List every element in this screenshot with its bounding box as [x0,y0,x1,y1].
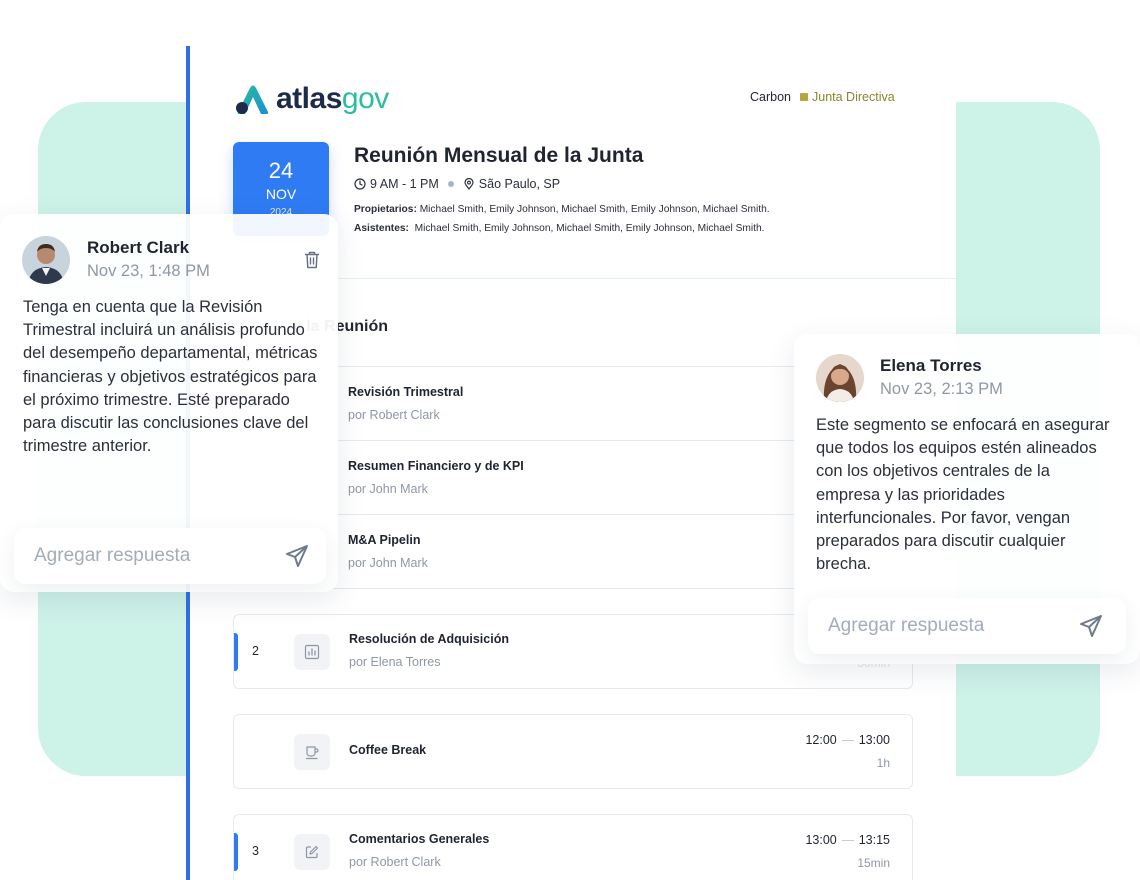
logo-mark-icon [236,85,269,114]
comment-author: Robert Clark [87,238,190,257]
agenda-item-card[interactable]: 3 Comentarios Generales por Robert Clark… [233,814,913,880]
date-day: 24 [268,158,294,183]
attendees-line: Asistentes: Michael Smith, Emily Johnson… [354,223,765,234]
committee-tag[interactable]: Carbon Junta Directiva [750,90,895,104]
reply-box [808,598,1126,654]
comment-card: Robert Clark Nov 23, 1:48 PM Tenga en cu… [0,214,338,592]
attendees-list: Michael Smith, Emily Johnson, Michael Sm… [414,223,765,234]
reply-box [14,528,326,584]
agenda-item-title: Coffee Break [349,743,427,757]
date-month: NOV [265,186,297,202]
coffee-icon [294,734,330,770]
agenda-item-card[interactable]: Coffee Break 12:00 13:00 1h [233,714,913,789]
atlasgov-logo: atlasgov [234,82,389,116]
subitem-owner: por Robert Clark [348,408,440,422]
comment-body: Este segmento se enfocará en asegurar qu… [816,416,1110,574]
send-icon [286,545,308,567]
owners-label: Propietarios: [354,204,417,215]
location-pin-icon [464,178,474,190]
agenda-item-duration: 15min [857,856,890,870]
time-end: 13:00 [858,733,890,747]
meeting-title: Reunión Mensual de la Junta [354,144,644,167]
committee-color-dot [800,93,808,101]
agenda-item-duration: 1h [876,756,890,770]
agenda-item-title: Comentarios Generales [349,832,490,846]
time-dash [841,839,854,841]
time-end: 13:15 [858,833,890,847]
avatar [816,354,864,402]
agenda-item-time-range: 12:00 13:00 [805,733,890,747]
clock-icon [354,178,366,190]
agenda-item-owner: por Elena Torres [349,655,441,669]
agenda-item-number: 2 [252,644,259,658]
subitem-title: Revisión Trimestral [348,385,464,399]
subitem-owner: por John Mark [348,482,428,496]
subitem-title: Resumen Financiero y de KPI [348,459,524,473]
active-item-indicator [234,633,238,671]
agenda-item-time-range: 13:00 13:15 [805,833,890,847]
reply-input[interactable] [34,528,264,584]
agenda-item-title: Resolución de Adquisición [349,632,509,646]
avatar [22,236,70,284]
comment-date: Nov 23, 1:48 PM [87,262,210,280]
send-icon [1080,615,1102,637]
comment-date: Nov 23, 2:13 PM [880,380,1003,398]
time-start: 13:00 [805,833,837,847]
org-name: Carbon [750,90,791,104]
owners-list: Michael Smith, Emily Johnson, Michael Sm… [419,204,770,215]
comment-card: Elena Torres Nov 23, 2:13 PM Este segmen… [794,334,1140,664]
meeting-meta: 9 AM - 1 PM São Paulo, SP [354,177,560,191]
meeting-time: 9 AM - 1 PM [370,177,439,191]
attendees-label: Asistentes: [354,223,409,234]
time-start: 12:00 [805,733,837,747]
send-reply-button[interactable] [284,543,310,569]
subitem-title: M&A Pipelin [348,533,421,547]
time-dash [841,739,854,741]
owners-line: Propietarios: Michael Smith, Emily Johns… [354,204,770,215]
subitem-owner: por John Mark [348,556,428,570]
edit-icon [294,834,330,870]
meeting-location: São Paulo, SP [478,177,561,191]
chart-icon [294,634,330,670]
agenda-item-number: 3 [252,844,259,858]
trash-icon [305,251,319,269]
committee-name: Junta Directiva [812,90,895,104]
active-item-indicator [234,833,238,871]
delete-comment-button[interactable] [300,248,324,272]
comment-author: Elena Torres [880,356,982,375]
agenda-item-owner: por Robert Clark [349,855,441,869]
comment-body: Tenga en cuenta que la Revisión Trimestr… [23,298,318,456]
reply-input[interactable] [828,598,1058,654]
meta-separator [447,181,454,187]
send-reply-button[interactable] [1078,613,1104,639]
logo-wordmark: atlasgov [276,82,389,115]
